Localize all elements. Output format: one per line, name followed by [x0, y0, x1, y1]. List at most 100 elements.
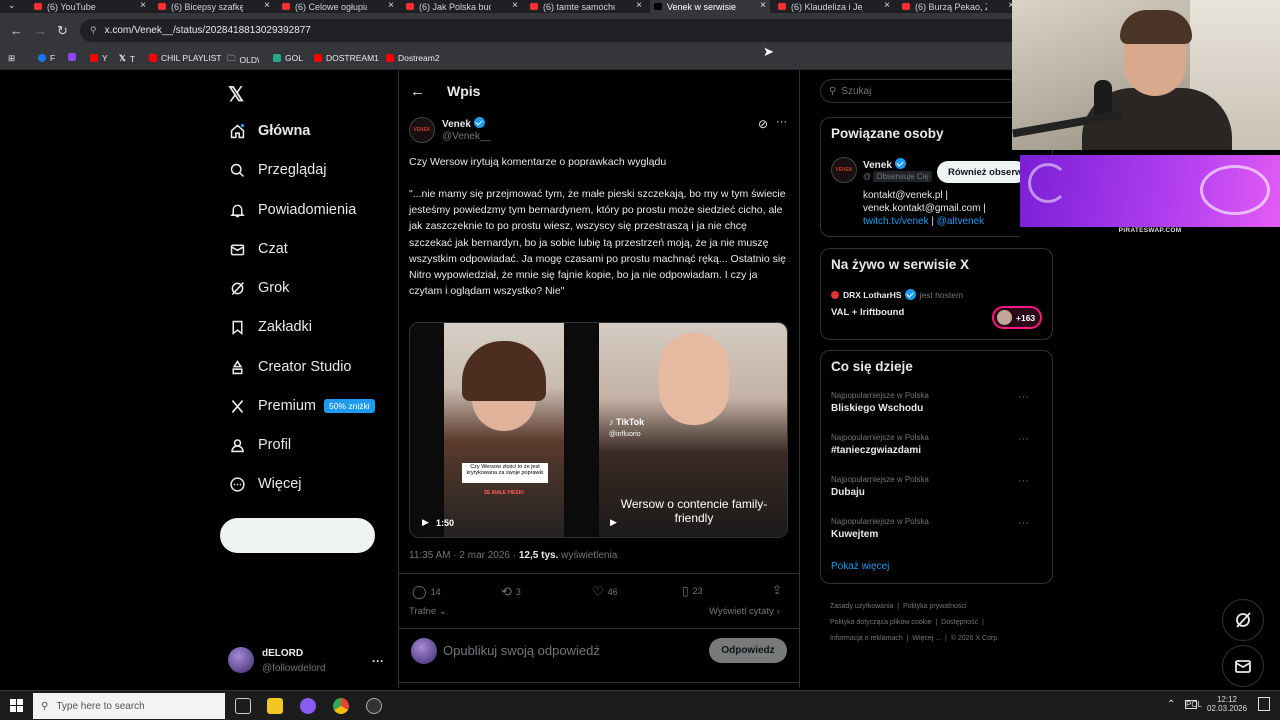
notifications-icon[interactable]: [1258, 697, 1270, 711]
file-explorer-icon[interactable]: [267, 698, 283, 714]
nav-notifications[interactable]: Powiadomienia: [228, 199, 356, 221]
nav-messages[interactable]: Czat: [228, 238, 288, 260]
live-host-row[interactable]: DRX LotharHS jest hostem: [831, 289, 963, 300]
nav-grok[interactable]: Grok: [228, 277, 289, 299]
footer-link[interactable]: Polityka dotycząca plików cookie: [830, 619, 932, 626]
url-field[interactable]: ⚲ x.com/Venek__/status/20284188130293928…: [80, 19, 1020, 42]
browser-tab[interactable]: (6) Bicepsy szafkę w k×: [154, 0, 274, 13]
close-tab-icon[interactable]: ×: [140, 0, 146, 11]
trend-more-icon[interactable]: ···: [1018, 433, 1029, 445]
trend-item[interactable]: Najpopularniejsze w Polska Dubaju ···: [831, 475, 1041, 498]
nav-premium[interactable]: Premium 50% zniżki: [228, 395, 375, 417]
browser-tab[interactable]: Venek w serwisie X: „×: [650, 0, 770, 13]
nav-explore[interactable]: Przeglądaj: [228, 159, 327, 181]
bio-link-altvenek[interactable]: @altvenek: [937, 216, 984, 227]
nav-creator-studio[interactable]: Creator Studio: [228, 356, 352, 378]
footer-link[interactable]: Zasady użytkowania: [830, 603, 893, 610]
footer-link[interactable]: Polityka prywatności: [903, 603, 966, 610]
task-view-icon[interactable]: [235, 698, 251, 714]
bookmark-t[interactable]: 𝕏T: [119, 53, 135, 64]
close-tab-icon[interactable]: ×: [264, 0, 270, 11]
follow-back-button[interactable]: Również obserw: [937, 161, 1027, 183]
site-info-icon[interactable]: ⚲: [90, 25, 97, 36]
nav-bookmarks[interactable]: Zakładki: [228, 316, 312, 338]
browser-tab[interactable]: (6) Burzą Pekao, Z×: [898, 0, 1018, 13]
close-tab-icon[interactable]: ×: [388, 0, 394, 11]
nav-profile[interactable]: Profil: [228, 434, 291, 456]
account-menu-icon[interactable]: ···: [372, 654, 384, 668]
reply-button[interactable]: Odpowiedz: [709, 638, 787, 663]
related-avatar[interactable]: VENEK: [831, 157, 857, 183]
like-action[interactable]: ♡ 46: [592, 584, 618, 600]
browser-tab[interactable]: (6) tamte samochody×: [526, 0, 646, 13]
author-name[interactable]: Venek: [442, 117, 485, 130]
reload-icon[interactable]: ↻: [57, 23, 68, 39]
close-tab-icon[interactable]: ×: [884, 0, 890, 11]
bookmark-gol[interactable]: GOL: [273, 53, 303, 63]
reply-action[interactable]: ◯ 14: [412, 584, 441, 600]
search-input[interactable]: ⚲ Szukaj: [820, 79, 1020, 103]
back-arrow-icon[interactable]: ←: [410, 83, 425, 100]
grok-explain-icon[interactable]: ⊘: [758, 117, 768, 131]
footer-link[interactable]: Informacja o reklamach: [830, 635, 903, 642]
taskbar-clock[interactable]: 12:12 02.03.2026: [1207, 695, 1247, 713]
browser-tab[interactable]: (6) Klaudeliza i Jej Ch×: [774, 0, 894, 13]
close-tab-icon[interactable]: ×: [760, 0, 766, 11]
trend-item[interactable]: Najpopularniejsze w Polska Bliskiego Wsch…: [831, 391, 1041, 414]
taskbar-language[interactable]: POL: [1186, 700, 1202, 709]
footer-link[interactable]: Dostępność: [941, 619, 978, 626]
show-more-link[interactable]: Pokaż więcej: [831, 561, 889, 572]
bookmark-y[interactable]: Y: [90, 53, 108, 63]
close-tab-icon[interactable]: ×: [636, 0, 642, 11]
messages-float-button[interactable]: [1222, 645, 1264, 687]
browser-tab[interactable]: (6) Celowe ogłupianie×: [278, 0, 398, 13]
trend-more-icon[interactable]: ···: [1018, 517, 1029, 529]
bio-link-twitch[interactable]: twitch.tv/venek: [863, 216, 929, 227]
bookmark-f[interactable]: F: [38, 53, 55, 63]
trend-item[interactable]: Najpopularniejsze w Polska Kuwejtem ···: [831, 517, 1041, 540]
browser-tab[interactable]: (6) Jak Polska buduje×: [402, 0, 522, 13]
show-quotes-link[interactable]: Wyświetl cytaty ›: [709, 606, 780, 617]
author-avatar[interactable]: VENEK: [409, 117, 435, 143]
play-icon[interactable]: ▶: [610, 517, 617, 528]
bookmark-action[interactable]: ▯ 23: [682, 584, 703, 598]
chrome-icon[interactable]: [333, 698, 349, 714]
bookmark-dostream2[interactable]: Dostream2: [386, 53, 440, 63]
post-button[interactable]: [220, 518, 375, 553]
app-icon[interactable]: [300, 698, 316, 714]
windows-start-icon[interactable]: [10, 699, 23, 712]
reply-sort-dropdown[interactable]: Trafne ⌄: [409, 606, 447, 617]
account-avatar[interactable]: [228, 647, 254, 673]
trend-item[interactable]: Najpopularniejsze w Polska #tanieczgwiazd…: [831, 433, 1041, 456]
trend-more-icon[interactable]: ···: [1018, 475, 1029, 487]
repost-action[interactable]: ⟲ 3: [501, 584, 521, 600]
x-logo-icon[interactable]: 𝕏: [228, 82, 244, 107]
tray-chevron-icon[interactable]: ⌃: [1167, 699, 1175, 710]
nav-more[interactable]: Więcej: [228, 473, 302, 495]
forward-icon[interactable]: →: [34, 23, 47, 38]
browser-tab[interactable]: (6) YouTube ×: [30, 0, 150, 13]
back-icon[interactable]: ←: [10, 23, 23, 38]
bookmark-old[interactable]: 🗀 OLD\: [227, 53, 259, 67]
bookmark-twitch[interactable]: [68, 53, 80, 61]
bookmark-dostream1[interactable]: DOSTREAM1: [314, 53, 379, 63]
live-space-title[interactable]: VAL + Iriftbound: [831, 307, 904, 318]
footer-link[interactable]: Więcej ...: [912, 635, 941, 642]
nav-home[interactable]: Główna: [228, 120, 310, 142]
play-icon[interactable]: ▶: [422, 517, 429, 528]
video-2[interactable]: ♪ TikTok @influorio Wersow o contencie f…: [599, 323, 787, 537]
reply-input[interactable]: Opublikuj swoją odpowiedź: [443, 643, 600, 658]
close-tab-icon[interactable]: ×: [512, 0, 518, 11]
trend-more-icon[interactable]: ···: [1018, 391, 1029, 403]
bookmark-chil-playlist[interactable]: CHIL PLAYLIST: [149, 53, 221, 63]
share-icon[interactable]: ⇪: [772, 583, 782, 597]
taskbar-search-input[interactable]: ⚲ Type here to search: [33, 693, 225, 719]
obs-icon[interactable]: [366, 698, 382, 714]
mail-icon: [1235, 660, 1251, 673]
post-more-icon[interactable]: ···: [776, 116, 787, 128]
apps-grid-icon[interactable]: ⊞: [8, 53, 15, 64]
grok-float-button[interactable]: [1222, 599, 1264, 641]
tab-list-chevron-icon[interactable]: ⌄: [8, 0, 16, 11]
video-1[interactable]: Czy Wersow złości to że jest krytykowana…: [444, 323, 564, 537]
related-name[interactable]: Venek: [863, 158, 906, 171]
